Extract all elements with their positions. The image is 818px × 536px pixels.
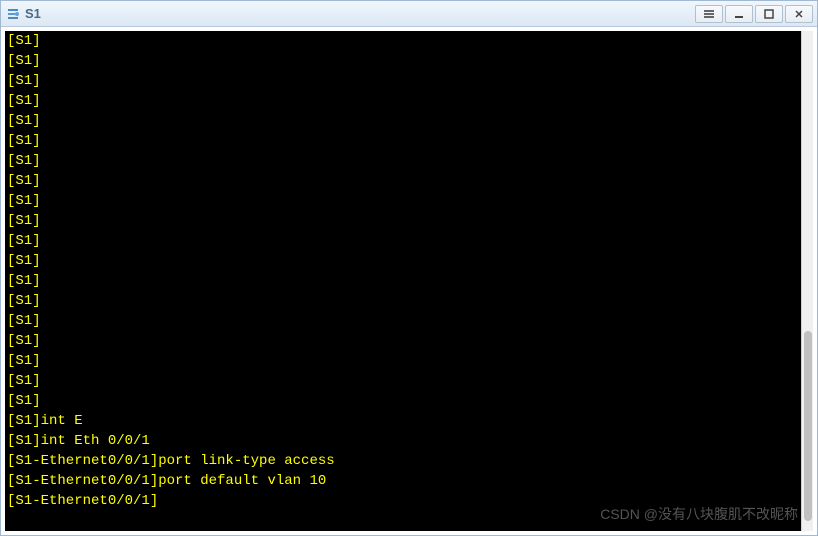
minimize-button[interactable]	[725, 5, 753, 23]
maximize-button[interactable]	[755, 5, 783, 23]
terminal-line: [S1]	[7, 91, 799, 111]
terminal-container: [S1][S1][S1][S1][S1][S1][S1][S1][S1][S1]…	[1, 27, 817, 535]
terminal-window: S1 [S1][S1][S1][S1][S1][S1][S1][S1][S1][…	[0, 0, 818, 536]
window-controls	[695, 5, 813, 23]
terminal-line: [S1-Ethernet0/0/1]port default vlan 10	[7, 471, 799, 491]
terminal-line: [S1]int E	[7, 411, 799, 431]
menu-button[interactable]	[695, 5, 723, 23]
terminal-line: [S1]int Eth 0/0/1	[7, 431, 799, 451]
scrollbar[interactable]	[801, 31, 813, 531]
terminal-line: [S1]	[7, 131, 799, 151]
terminal-line: [S1]	[7, 271, 799, 291]
terminal-line: [S1]	[7, 351, 799, 371]
terminal-line: [S1]	[7, 291, 799, 311]
close-button[interactable]	[785, 5, 813, 23]
terminal-line: [S1]	[7, 71, 799, 91]
window-title: S1	[25, 6, 695, 21]
scrollbar-thumb[interactable]	[804, 331, 812, 521]
terminal-line: [S1]	[7, 231, 799, 251]
terminal-line: [S1]	[7, 331, 799, 351]
terminal-line: [S1]	[7, 191, 799, 211]
app-icon	[5, 6, 21, 22]
terminal-line: [S1]	[7, 211, 799, 231]
terminal-line: [S1-Ethernet0/0/1]	[7, 491, 799, 511]
terminal-line: [S1]	[7, 391, 799, 411]
terminal-line: [S1]	[7, 31, 799, 51]
terminal-line: [S1]	[7, 251, 799, 271]
terminal-line: [S1]	[7, 371, 799, 391]
terminal-output[interactable]: [S1][S1][S1][S1][S1][S1][S1][S1][S1][S1]…	[5, 31, 801, 531]
terminal-line: [S1]	[7, 111, 799, 131]
terminal-line: [S1-Ethernet0/0/1]port link-type access	[7, 451, 799, 471]
terminal-line: [S1]	[7, 171, 799, 191]
titlebar[interactable]: S1	[1, 1, 817, 27]
terminal-line: [S1]	[7, 151, 799, 171]
terminal-line: [S1]	[7, 311, 799, 331]
terminal-line: [S1]	[7, 51, 799, 71]
